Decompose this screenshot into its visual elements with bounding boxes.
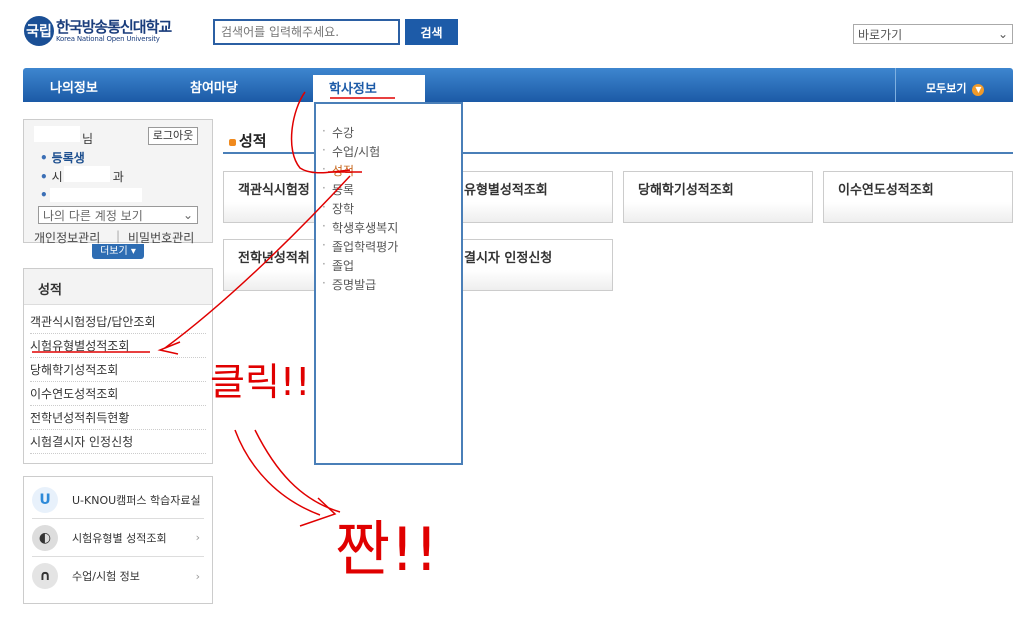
annotation-arrow-3 [234,429,341,516]
annotation-arrow-2 [164,175,351,349]
annotation-click-text: 클릭!! [210,360,310,404]
annotation-arrow-1 [290,91,351,174]
annotation-overlay: 클릭!! 짠!! [32,91,438,585]
annotation-zzan-text: 짠!! [335,515,438,585]
